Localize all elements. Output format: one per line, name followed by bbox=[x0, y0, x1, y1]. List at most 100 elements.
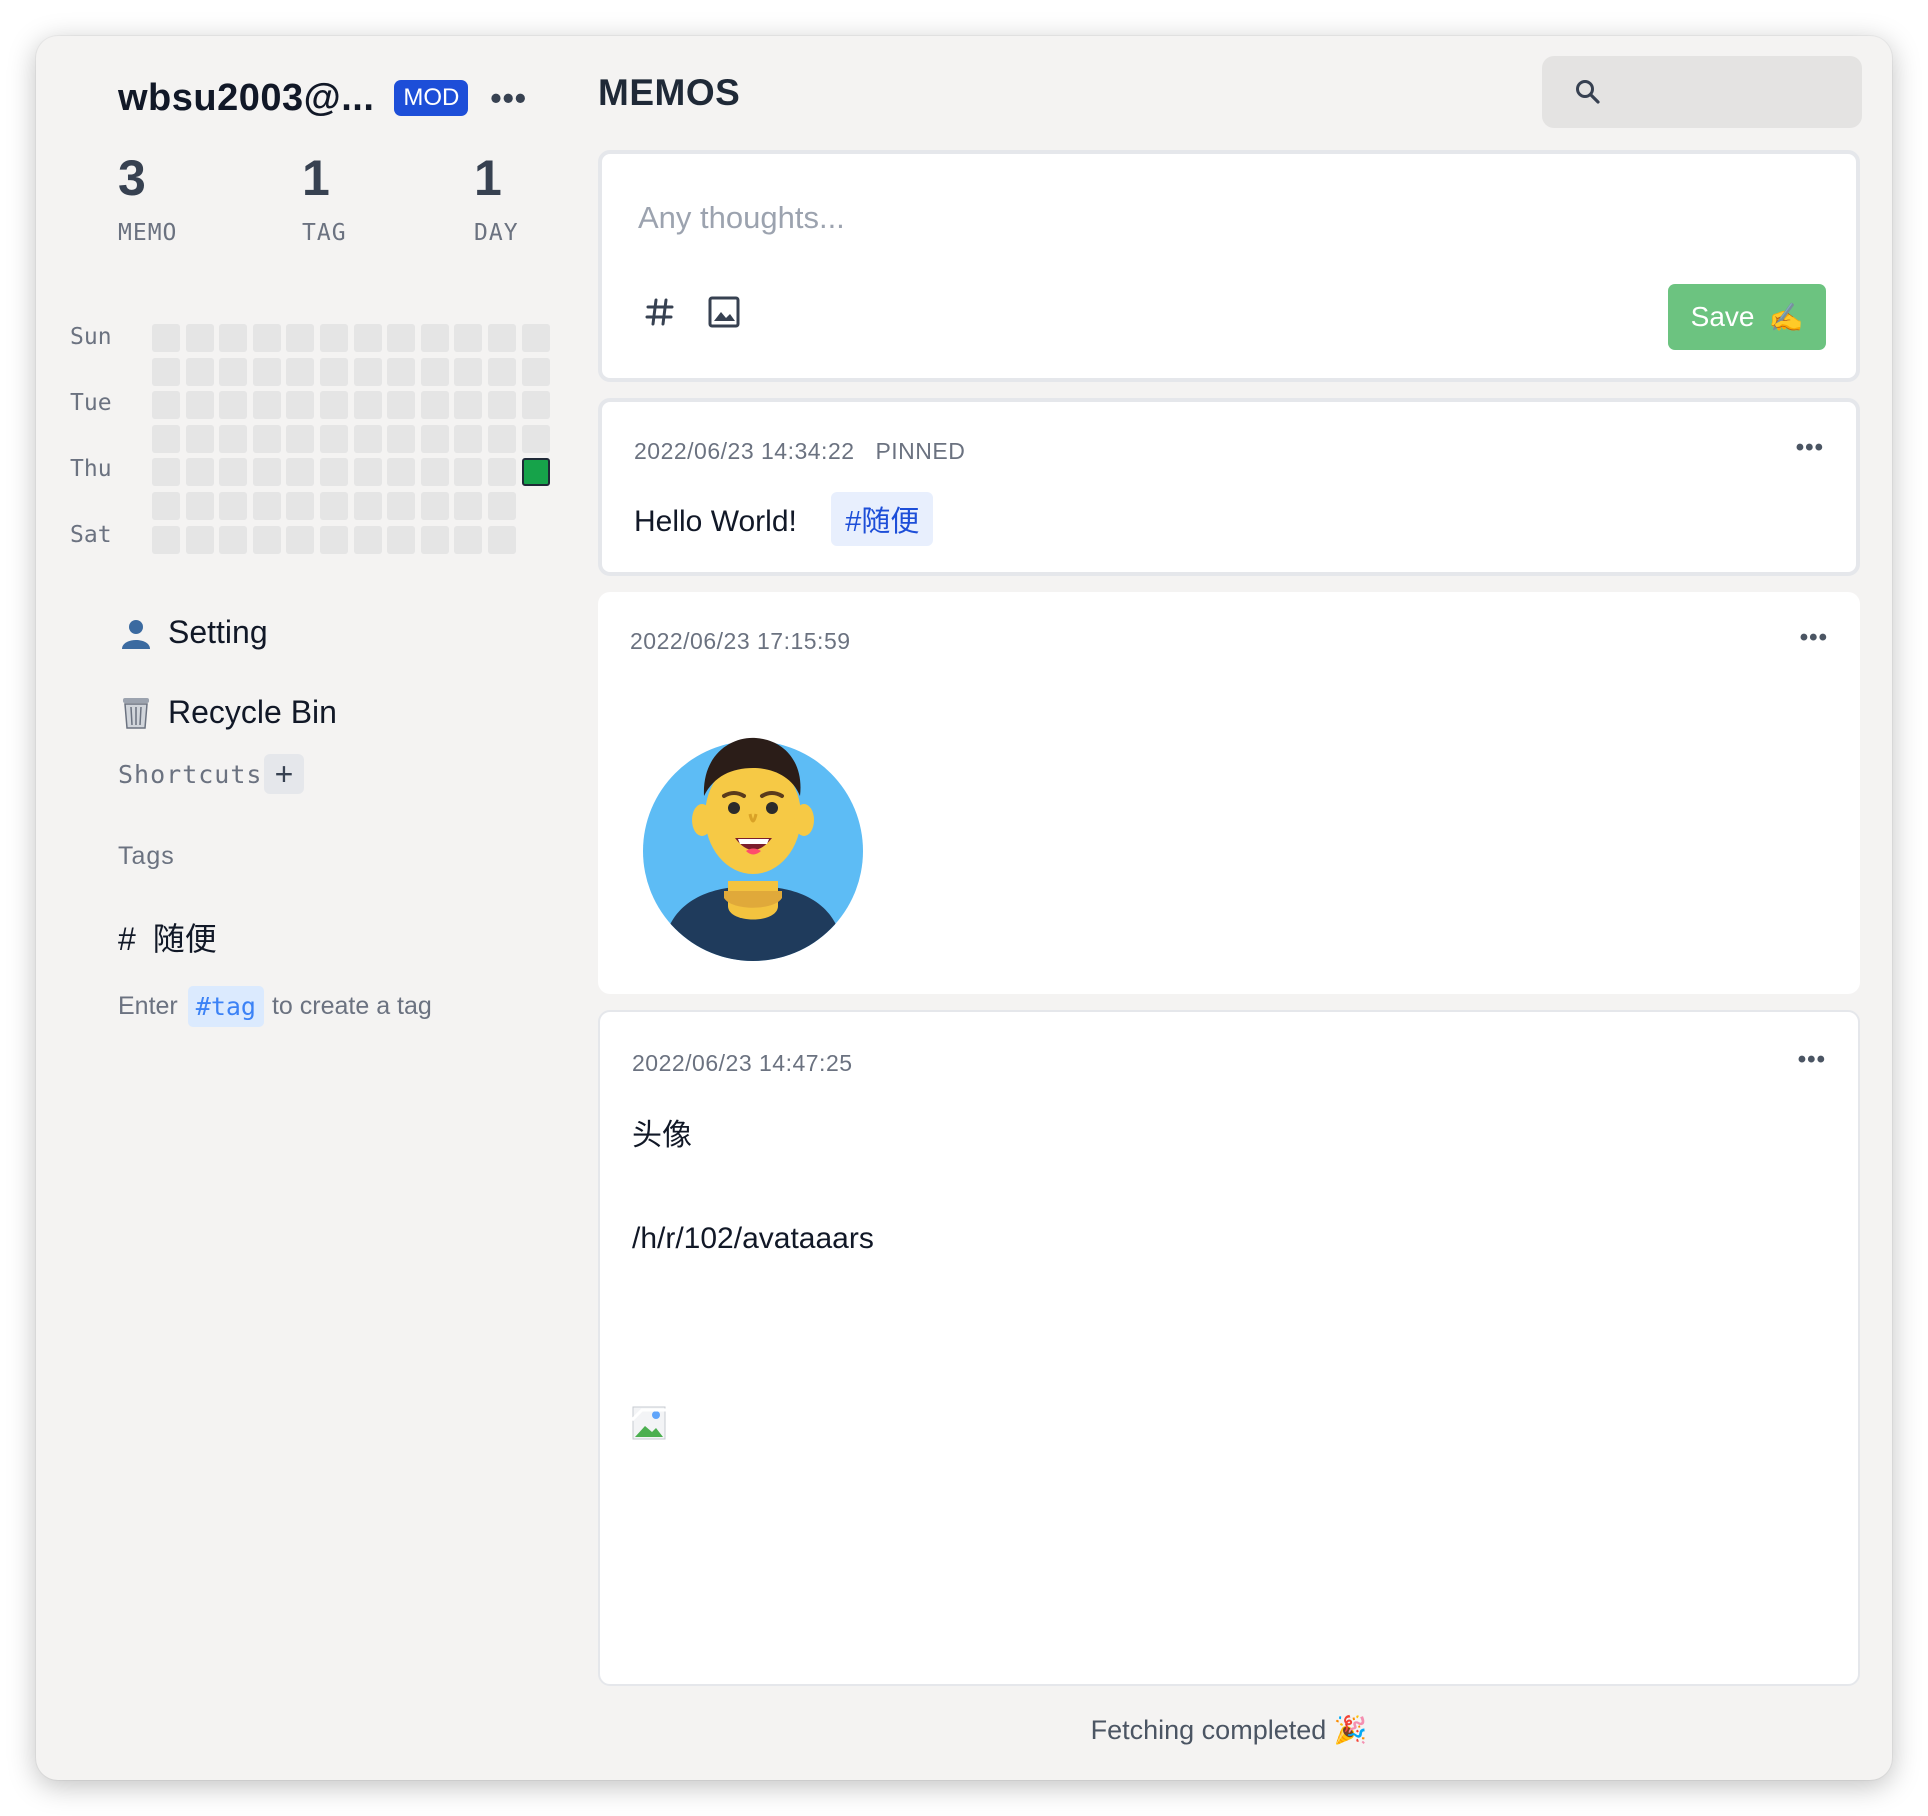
heatmap-cell bbox=[319, 424, 348, 453]
heatmap-cell bbox=[522, 526, 550, 554]
username[interactable]: wbsu2003@... bbox=[118, 77, 374, 120]
tag-hint: Enter #tag to create a tag bbox=[118, 986, 432, 1027]
day-label-sat: Sat bbox=[70, 522, 112, 548]
memo-timestamp: 2022/06/23 17:15:59 bbox=[630, 628, 851, 654]
heatmap-cell bbox=[219, 391, 248, 420]
heatmap-cell bbox=[319, 525, 348, 554]
tag-hint-suffix: to create a tag bbox=[271, 992, 432, 1020]
heatmap-cell bbox=[353, 391, 382, 420]
heatmap-cell bbox=[286, 525, 315, 554]
avatar-image[interactable] bbox=[642, 736, 864, 967]
save-button[interactable]: Save ✍️ bbox=[1668, 284, 1826, 350]
heatmap-cell bbox=[185, 391, 214, 420]
memo-text: Hello World! bbox=[634, 505, 797, 538]
heatmap-cell bbox=[387, 491, 416, 520]
heatmap-cell bbox=[319, 357, 348, 386]
heatmap-cell bbox=[319, 391, 348, 420]
sidebar-tag-item[interactable]: # 随便 bbox=[118, 914, 217, 960]
heatmap-cell bbox=[185, 525, 214, 554]
memo-editor-input[interactable]: Any thoughts... bbox=[638, 200, 845, 236]
nav-setting[interactable]: Setting bbox=[118, 614, 268, 651]
nav-recycle-bin[interactable]: Recycle Bin bbox=[118, 694, 337, 731]
heatmap-cell bbox=[454, 391, 483, 420]
heatmap-cell bbox=[353, 525, 382, 554]
memo-card: 2022/06/23 17:15:59 ••• bbox=[598, 592, 1860, 994]
heatmap-cell bbox=[185, 458, 214, 487]
heatmap-cell bbox=[152, 391, 180, 420]
heatmap-cell bbox=[521, 324, 550, 352]
heatmap-cell bbox=[185, 491, 214, 520]
search-input[interactable] bbox=[1542, 56, 1862, 128]
heatmap-cell bbox=[319, 491, 348, 520]
tag-hint-prefix: Enter bbox=[118, 992, 178, 1020]
heatmap-cell bbox=[185, 424, 214, 453]
sidebar: wbsu2003@... MOD ••• 3 MEMO 1 TAG 1 DAY … bbox=[36, 36, 576, 1780]
stat-tag-value: 1 bbox=[302, 150, 330, 206]
sidebar-tag-label: 随便 bbox=[152, 921, 217, 957]
heatmap-cell bbox=[353, 324, 382, 352]
heatmap-grid bbox=[152, 324, 550, 554]
heatmap-cell bbox=[420, 525, 449, 554]
hashtag-icon[interactable] bbox=[640, 292, 680, 332]
writing-hand-icon: ✍️ bbox=[1768, 301, 1804, 333]
heatmap-cell bbox=[420, 391, 449, 420]
stat-day-label: DAY bbox=[474, 220, 519, 246]
heatmap-cell bbox=[185, 357, 214, 386]
heatmap-cell bbox=[286, 491, 315, 520]
heatmap-cell bbox=[152, 357, 180, 386]
broken-image-icon bbox=[630, 1406, 666, 1445]
pinned-badge: PINNED bbox=[875, 438, 966, 464]
heatmap-cell bbox=[252, 525, 281, 554]
stat-day-value: 1 bbox=[474, 150, 502, 206]
day-label-tue: Tue bbox=[70, 390, 112, 416]
heatmap-cell bbox=[521, 391, 550, 420]
heatmap-cell bbox=[252, 391, 281, 420]
save-button-label: Save bbox=[1690, 301, 1755, 332]
memo-more-icon[interactable]: ••• bbox=[1798, 1046, 1826, 1074]
heatmap-cell bbox=[219, 324, 248, 352]
heatmap-cell bbox=[454, 357, 483, 386]
heatmap-cell bbox=[152, 424, 180, 453]
shortcuts-title: Shortcuts bbox=[118, 760, 263, 789]
memo-content: Hello World! #随便 bbox=[634, 492, 934, 546]
user-icon bbox=[118, 615, 154, 651]
heatmap-cell bbox=[454, 491, 483, 520]
memo-more-icon[interactable]: ••• bbox=[1796, 434, 1824, 462]
heatmap-cell bbox=[353, 491, 382, 520]
image-icon[interactable] bbox=[704, 292, 744, 332]
app-window: wbsu2003@... MOD ••• 3 MEMO 1 TAG 1 DAY … bbox=[36, 36, 1892, 1780]
stat-tag: 1 TAG bbox=[302, 146, 347, 246]
role-badge: MOD bbox=[394, 80, 469, 116]
heatmap-cell bbox=[420, 491, 449, 520]
heatmap-cell bbox=[219, 458, 248, 487]
heatmap-cell bbox=[252, 357, 281, 386]
heatmap-cell bbox=[252, 458, 281, 487]
stat-memo: 3 MEMO bbox=[118, 146, 177, 246]
heatmap-cell[interactable] bbox=[521, 458, 550, 487]
heatmap-cell bbox=[185, 324, 214, 352]
hash-icon: # bbox=[118, 921, 136, 957]
memo-timestamp: 2022/06/23 14:34:22 bbox=[634, 438, 855, 464]
day-label-sun: Sun bbox=[70, 324, 112, 350]
search-icon bbox=[1574, 78, 1602, 111]
memo-title: 头像 bbox=[632, 1119, 692, 1152]
day-label-thu: Thu bbox=[70, 456, 112, 482]
add-shortcut-button[interactable]: + bbox=[264, 754, 304, 794]
heatmap-cell bbox=[286, 458, 315, 487]
memo-more-icon[interactable]: ••• bbox=[1800, 624, 1828, 652]
heatmap-cell bbox=[252, 424, 281, 453]
memo-link[interactable]: /h/r/102/avataaars bbox=[632, 1222, 874, 1256]
heatmap-cell bbox=[420, 357, 449, 386]
heatmap-cell bbox=[152, 491, 180, 520]
memo-tag[interactable]: #随便 bbox=[831, 492, 934, 546]
heatmap-cell bbox=[454, 458, 483, 487]
status-footer: Fetching completed 🎉 bbox=[1090, 1715, 1368, 1745]
heatmap-cell bbox=[487, 424, 516, 453]
heatmap-cell bbox=[454, 424, 483, 453]
heatmap-cell bbox=[420, 324, 449, 352]
stat-memo-label: MEMO bbox=[118, 220, 178, 246]
memo-card: 2022/06/23 14:47:25 ••• 头像 /h/r/102/avat… bbox=[598, 1010, 1860, 1686]
heatmap-cell bbox=[219, 424, 248, 453]
heatmap-cell bbox=[252, 491, 281, 520]
user-more-icon[interactable]: ••• bbox=[490, 82, 527, 114]
